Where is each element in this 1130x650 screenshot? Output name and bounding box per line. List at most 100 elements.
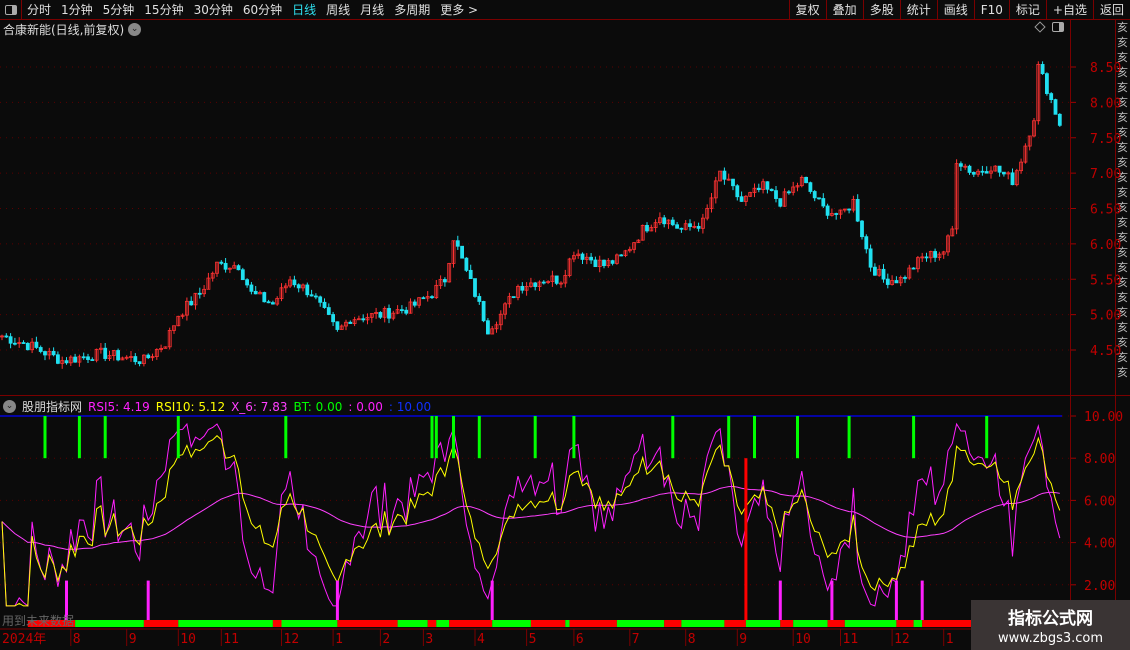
candle-body (249, 284, 254, 292)
candle-body (774, 190, 778, 199)
price-axis-label: 8.00 (1090, 96, 1121, 111)
candle-body (421, 297, 426, 300)
indicator-axis-label: 8.00 (1084, 452, 1115, 467)
indicator-name[interactable]: 股朋指标网 (22, 398, 82, 415)
price-axis-label: 5.00 (1090, 309, 1121, 324)
candle-body (787, 191, 791, 194)
state-segment (844, 620, 897, 627)
candle-body (266, 301, 271, 304)
candle-body (245, 279, 250, 286)
candle-body (933, 251, 937, 258)
candle-body (873, 266, 877, 276)
state-segment (724, 620, 746, 627)
state-segment (281, 620, 338, 627)
state-segment (913, 620, 923, 627)
month-label: 3 (425, 632, 433, 647)
candle-body (38, 347, 43, 352)
state-segment (565, 620, 570, 627)
candle-body (778, 198, 783, 207)
month-label: 10 (180, 632, 196, 647)
candle-body (378, 312, 383, 318)
price-axis-label: 7.50 (1090, 132, 1121, 147)
bt-signal-bar (43, 416, 47, 459)
candle-body (485, 320, 490, 335)
candle-body (821, 198, 826, 207)
bt-signal-bar (985, 416, 989, 459)
bottom-signal-bar (920, 580, 924, 620)
candle-body (464, 257, 469, 271)
indicator-axis-label: 4.00 (1084, 537, 1115, 552)
candle-body (43, 351, 47, 356)
candle-body (116, 350, 120, 361)
candle-body (1002, 171, 1006, 175)
bottom-signal-bar (778, 580, 782, 620)
candle-body (1057, 113, 1062, 126)
candle-body (197, 292, 202, 295)
month-label: 8 (688, 632, 696, 647)
candle-body (731, 178, 735, 187)
bt-signal-bar (284, 416, 288, 459)
candle-body (580, 253, 585, 260)
bottom-signal-bar (490, 580, 494, 620)
rsi10-line (1, 435, 1061, 607)
state-segment (337, 620, 398, 627)
candle-body (90, 359, 95, 361)
state-segment (449, 620, 493, 627)
month-label: 11 (843, 632, 859, 647)
bt-signal-bar (572, 416, 576, 459)
state-segment (530, 620, 566, 627)
candle-body (980, 170, 985, 173)
month-label: 9 (739, 632, 747, 647)
watermark-url: www.zbgs3.com (997, 631, 1104, 646)
candle-body (64, 360, 69, 364)
state-segment (681, 620, 725, 627)
candle-body (430, 296, 434, 299)
price-axis-label: 6.50 (1090, 203, 1121, 218)
state-segment (397, 620, 428, 627)
year-label: 2024年 (2, 632, 46, 647)
bt-signal-bar (77, 416, 81, 459)
candle-body (739, 196, 744, 202)
month-label: 8 (73, 632, 81, 647)
candle-body (911, 267, 916, 270)
candle-body (610, 260, 615, 264)
candle-body (21, 342, 26, 344)
bt-signal-bar (727, 416, 731, 459)
candle-body (881, 268, 886, 280)
candle-body (688, 223, 692, 227)
candle-body (984, 171, 989, 174)
candle-body (404, 309, 409, 314)
candle-body (412, 301, 417, 306)
candle-body (8, 336, 13, 344)
bt-signal-bar (847, 416, 851, 459)
indicator-axis-label: 6.00 (1084, 494, 1115, 509)
bt-signal-bar (434, 416, 438, 459)
candle-body (670, 219, 675, 226)
future-data-note: 用到未来数据 (2, 614, 75, 628)
candle-body (51, 350, 56, 356)
month-label: 5 (529, 632, 537, 647)
month-label: 4 (477, 632, 485, 647)
candle-body (997, 165, 1002, 173)
bt-signal-bar (176, 416, 180, 459)
candle-body (864, 236, 869, 250)
month-label: 7 (632, 632, 640, 647)
price-axis-label: 8.50 (1090, 61, 1121, 76)
bt-signal-bar (430, 416, 434, 459)
candle-body (189, 300, 194, 306)
candle-body (223, 262, 228, 270)
candle-body (696, 225, 701, 229)
bottom-signal-bar (335, 580, 339, 620)
candle-body (804, 176, 808, 184)
candle-body (812, 191, 817, 199)
candle-body (593, 259, 598, 268)
divider (0, 395, 1130, 396)
candle-body (735, 185, 740, 198)
bt-signal-bar (753, 416, 756, 459)
state-segment (436, 620, 450, 627)
chevron-down-icon[interactable]: ⌄ (3, 400, 16, 413)
price-axis-label: 5.50 (1090, 273, 1121, 288)
candle-body (765, 181, 770, 190)
red-signal-bar (744, 458, 748, 620)
candle-body (146, 354, 151, 359)
